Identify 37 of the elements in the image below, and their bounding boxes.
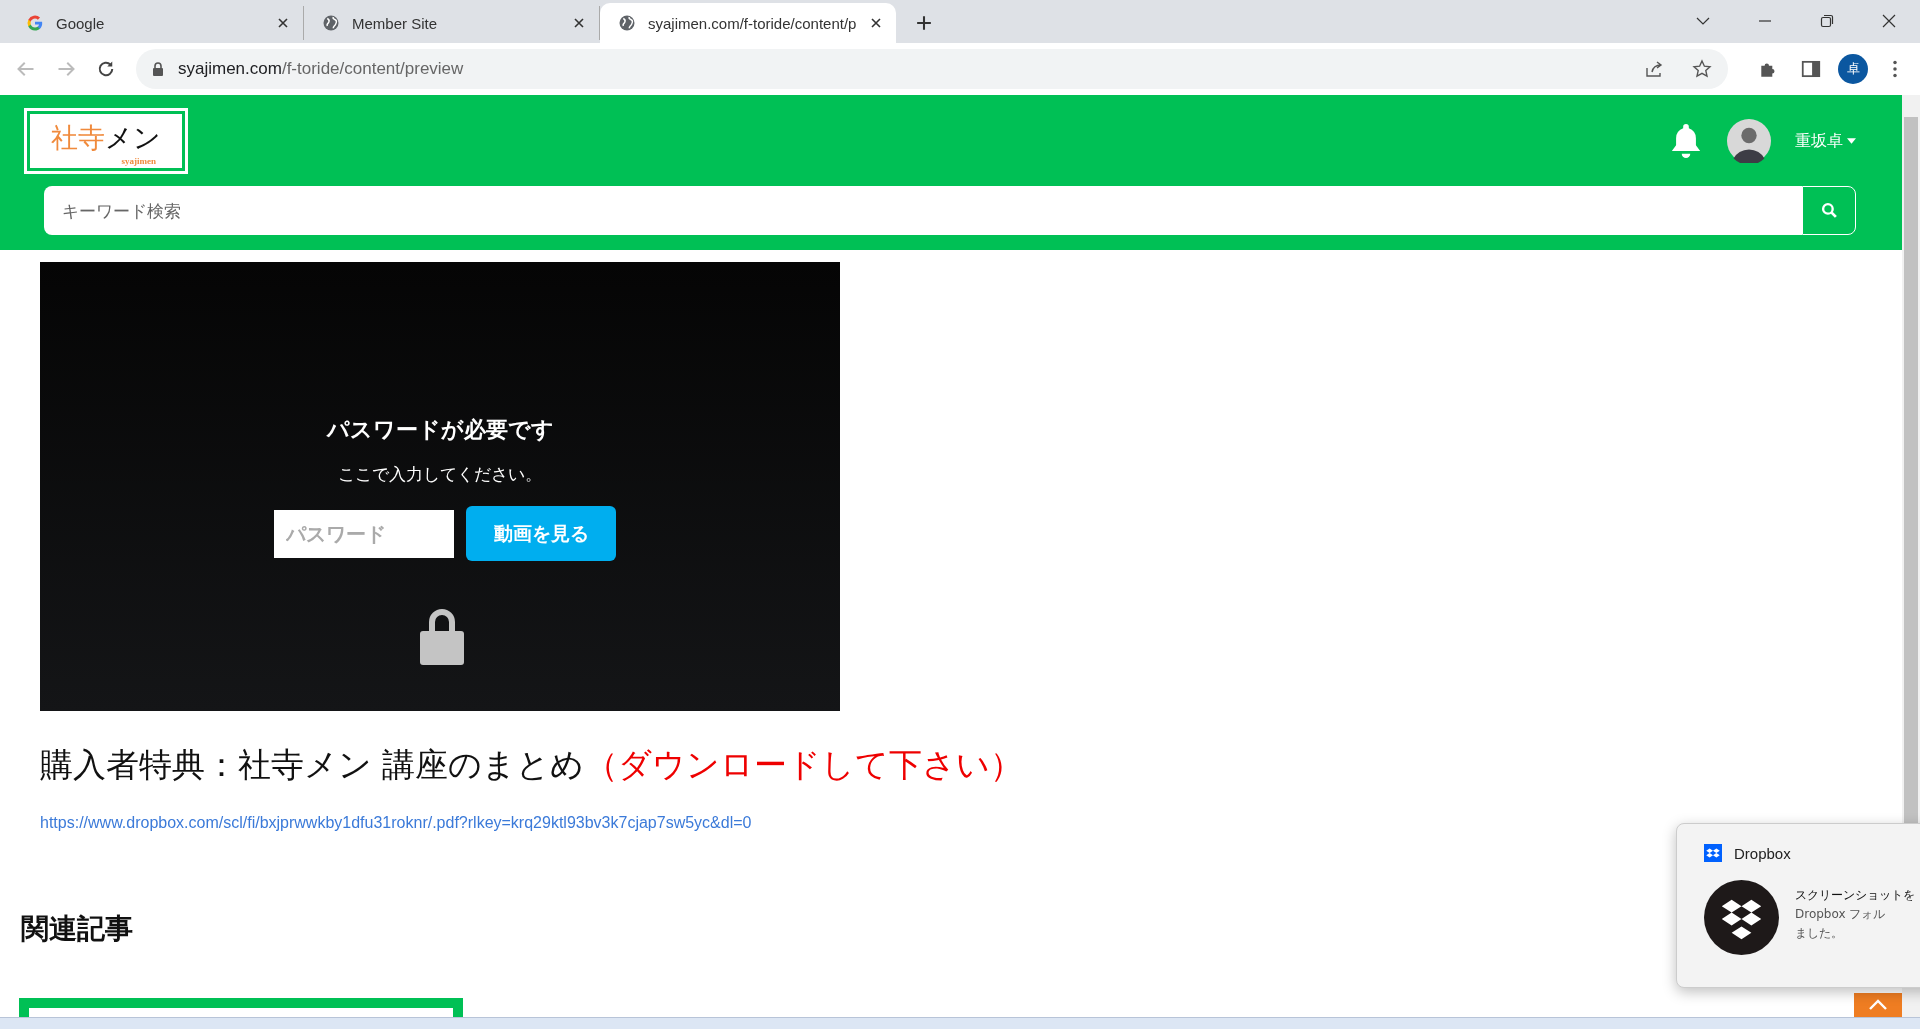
star-icon[interactable]: [1692, 59, 1712, 79]
password-title: パスワードが必要です: [326, 416, 554, 444]
related-heading: 関連記事: [21, 911, 133, 947]
globe-icon: [618, 14, 636, 32]
globe-icon: [322, 14, 340, 32]
new-tab-icon[interactable]: [916, 15, 932, 31]
chevron-up-icon: [1868, 999, 1888, 1011]
reload-icon[interactable]: [96, 59, 116, 79]
close-icon[interactable]: [870, 17, 882, 29]
site-logo[interactable]: 社寺メン syajimen: [24, 108, 188, 174]
browser-tab[interactable]: Google: [8, 6, 304, 40]
address-bar[interactable]: syajimen.com/f-toride/content/preview: [136, 49, 1728, 89]
restore-icon[interactable]: [1820, 14, 1834, 28]
user-avatar[interactable]: [1727, 119, 1771, 163]
download-link[interactable]: https://www.dropbox.com/scl/fi/bxjprwwkby1dfu31roknr/.pdf?rlkey=krq29ktl93bv3k7cjap7sw5yc&dl=0: [40, 814, 752, 832]
profile-avatar[interactable]: 卓: [1838, 54, 1868, 84]
article-title: 購入者特典：社寺メン 講座のまとめ（ダウンロードして下さい）: [40, 744, 1023, 786]
dropbox-icon: [1704, 880, 1779, 955]
caret-icon: [1847, 138, 1856, 144]
notification-app: Dropbox: [1734, 844, 1791, 862]
password-field[interactable]: パスワード: [274, 509, 454, 558]
close-icon[interactable]: [573, 17, 585, 29]
close-icon[interactable]: [1882, 14, 1896, 28]
search-field[interactable]: キーワード検索: [44, 186, 1802, 235]
notification-message: スクリーンショットを Dropbox フォル ました。: [1795, 887, 1915, 942]
side-panel-icon[interactable]: [1800, 58, 1822, 80]
search-icon: [1820, 202, 1838, 219]
dropbox-icon: [1704, 844, 1722, 862]
google-icon: [26, 14, 44, 32]
close-icon[interactable]: [277, 17, 289, 29]
browser-tab[interactable]: syajimen.com/f-toride/content/p: [600, 3, 896, 43]
notification-toast[interactable]: Dropbox スクリーンショットを Dropbox フォル ました。: [1676, 823, 1920, 988]
lock-icon: [152, 62, 164, 76]
password-message: ここで入力してください。: [338, 463, 542, 486]
browser-tab[interactable]: Member Site: [304, 6, 600, 40]
scroll-top-button[interactable]: [1854, 993, 1902, 1017]
share-icon[interactable]: [1644, 59, 1664, 79]
